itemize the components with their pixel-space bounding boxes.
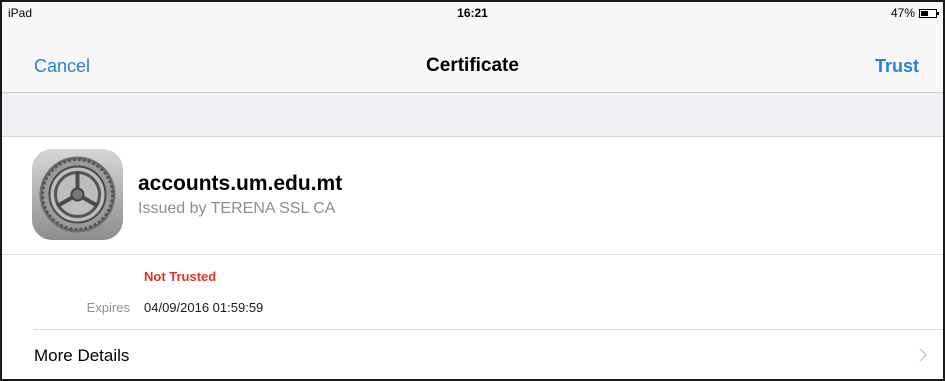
status-time: 16:21	[457, 6, 488, 20]
trust-status: Not Trusted	[144, 269, 217, 284]
battery-nub	[937, 11, 939, 15]
certificate-domain: accounts.um.edu.mt	[138, 172, 343, 195]
expires-value: 04/09/2016 01:59:59	[144, 300, 264, 315]
more-details-label: More Details	[34, 346, 130, 365]
more-details-row[interactable]: More Details	[2, 330, 943, 379]
expires-row: Expires 04/09/2016 01:59:59	[2, 300, 943, 324]
status-bar: iPad 16:21 47%	[2, 2, 943, 24]
battery-icon	[919, 8, 939, 18]
expires-label: Expires	[86, 300, 130, 315]
certificate-screen: iPad 16:21 47% Cancel Certificate Trust	[0, 0, 945, 381]
page-title: Certificate	[426, 55, 519, 76]
certificate-header: accounts.um.edu.mt Issued by TERENA SSL …	[2, 137, 943, 255]
section-spacer	[2, 93, 943, 137]
battery-percent: 47%	[890, 6, 915, 20]
trust-button[interactable]: Trust	[875, 56, 919, 77]
settings-gear-icon	[32, 149, 123, 240]
chevron-right-icon	[919, 348, 927, 362]
status-battery: 47%	[890, 6, 939, 20]
certificate-issuer: Issued by TERENA SSL CA	[138, 200, 336, 217]
navigation-bar: Cancel Certificate Trust	[2, 24, 943, 93]
battery-fill	[921, 10, 928, 16]
